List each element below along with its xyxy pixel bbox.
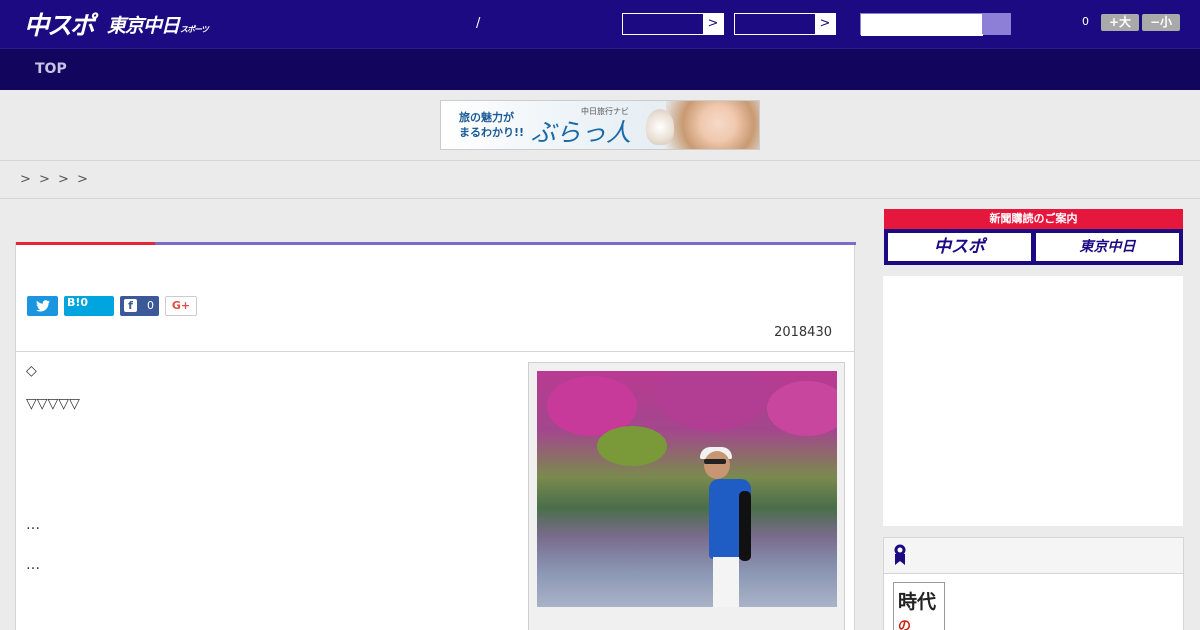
site-logo[interactable]: 中スポ 東京中日スポーツ (24, 8, 209, 40)
header-divider (16, 351, 854, 352)
share-gplus-button[interactable]: G+ (165, 296, 197, 316)
title-accent-purple (155, 242, 856, 245)
golfer-pants (713, 557, 739, 607)
logo-sub-text: 東京中日 (107, 14, 180, 37)
main-nav: TOP (0, 48, 1200, 90)
breadcrumb-separator: > (39, 172, 50, 187)
chevron-right-icon: > (703, 14, 723, 34)
logo-chuspo: 中スポ (24, 11, 95, 40)
thumb-char-2: 代 (917, 591, 937, 613)
breadcrumb-separator: > (58, 172, 69, 187)
article-date: 2018430 (774, 325, 832, 340)
search-input[interactable] (861, 15, 983, 36)
article-photo-frame (528, 362, 845, 630)
ribbon-icon (894, 544, 906, 565)
breadcrumb: > > > > (0, 161, 1200, 199)
share-twitter-button[interactable] (27, 296, 58, 316)
share-hatena-button[interactable]: B!0 (64, 296, 114, 316)
logo-tokyo-chunichi: 東京中日スポーツ (107, 11, 209, 38)
title-accent-red (16, 242, 155, 245)
ad-banner-burattobito[interactable]: 旅の魅力が まるわかり!! 中日旅行ナビ ぶらっ人 (440, 100, 760, 150)
banner-zone: 旅の魅力が まるわかり!! 中日旅行ナビ ぶらっ人 (0, 90, 1200, 161)
facebook-share-count: 0 (147, 299, 154, 312)
banner-line-2: まるわかり!! (459, 126, 525, 139)
sidebar-thumbnail[interactable]: 時代の (893, 582, 945, 630)
search-box (860, 13, 1011, 36)
breadcrumb-separator: > (77, 172, 88, 187)
banner-headline: 旅の魅力が まるわかり!! (459, 110, 524, 140)
subscribe-tokyo-chunichi-button[interactable]: 東京中日 (1036, 233, 1179, 261)
share-facebook-button[interactable]: f 0 (120, 296, 159, 316)
article-photo-golfer[interactable] (537, 371, 837, 607)
logo-sub-small: スポーツ (180, 24, 209, 34)
article-line: ◇ (26, 363, 37, 379)
golfer-sunglasses (704, 459, 726, 464)
banner-brand: ぶらっ人 (531, 118, 632, 147)
article-line: ▽▽▽▽▽ (26, 396, 80, 412)
category-select-2[interactable]: > (734, 13, 836, 35)
facebook-icon: f (124, 299, 137, 312)
subscription-box: 新聞購読のご案内 中スポ 東京中日 (884, 209, 1183, 265)
font-larger-button[interactable]: +大 (1101, 14, 1139, 31)
thumb-char-accent: の (898, 619, 912, 630)
chevron-right-icon: > (815, 14, 835, 34)
nav-item-top[interactable]: TOP (35, 61, 67, 77)
banner-line-1: 旅の魅力が (459, 111, 514, 124)
thumb-char-1: 時 (898, 591, 918, 613)
font-smaller-button[interactable]: −小 (1142, 14, 1180, 31)
subscription-header: 新聞購読のご案内 (884, 209, 1183, 229)
font-size-counter: 0 (1082, 15, 1089, 28)
sidebar-ranking-box: 時代の (883, 537, 1184, 630)
search-button[interactable] (982, 14, 1010, 34)
golfer-head (704, 451, 730, 479)
breadcrumb-separator: > (20, 172, 31, 187)
article-line: … (26, 517, 40, 533)
top-header: 中スポ 東京中日スポーツ / > > 0 +大 −小 (0, 0, 1200, 48)
sidebar-box-header (884, 538, 1183, 574)
sidebar-ad-slot (883, 276, 1183, 526)
subscribe-chuspo-button[interactable]: 中スポ (888, 233, 1031, 261)
header-separator: / (476, 16, 481, 31)
twitter-icon (35, 300, 50, 312)
banner-shell-image (646, 109, 674, 145)
article-line: … (26, 557, 40, 573)
banner-photo (666, 101, 759, 149)
golfer-arm (739, 491, 751, 561)
category-select-1[interactable]: > (622, 13, 724, 35)
article-panel: B!0 f 0 G+ 2018430 ◇ ▽▽▽▽▽ … … (15, 242, 856, 630)
